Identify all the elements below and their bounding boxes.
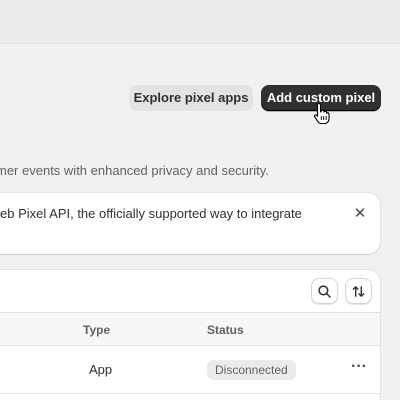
more-actions-icon[interactable]: ··· bbox=[349, 359, 369, 379]
column-header-type[interactable]: Type bbox=[83, 323, 110, 337]
table-row[interactable]: App Disconnected ··· bbox=[0, 346, 380, 394]
info-banner: eb Pixel API, the officially supported w… bbox=[0, 193, 380, 254]
sort-icon bbox=[352, 285, 365, 297]
explore-pixel-apps-button[interactable]: Explore pixel apps bbox=[129, 85, 253, 111]
column-header-status[interactable]: Status bbox=[207, 323, 244, 337]
page-description: mer events with enhanced privacy and sec… bbox=[0, 163, 269, 178]
hand-pointer-cursor-icon bbox=[314, 102, 330, 124]
pixels-page: Explore pixel apps Add custom pixel mer … bbox=[0, 0, 400, 400]
banner-text: eb Pixel API, the officially supported w… bbox=[0, 206, 302, 221]
search-icon bbox=[318, 284, 331, 298]
pixels-table-card: Type Status App Disconnected ··· bbox=[0, 270, 380, 400]
sort-button[interactable] bbox=[345, 278, 372, 304]
row-type: App bbox=[89, 362, 113, 377]
search-button[interactable] bbox=[311, 278, 338, 304]
top-bar bbox=[0, 0, 400, 44]
close-icon[interactable]: ✕ bbox=[350, 206, 370, 222]
table-header: Type Status bbox=[0, 312, 380, 346]
status-badge: Disconnected bbox=[207, 360, 296, 380]
